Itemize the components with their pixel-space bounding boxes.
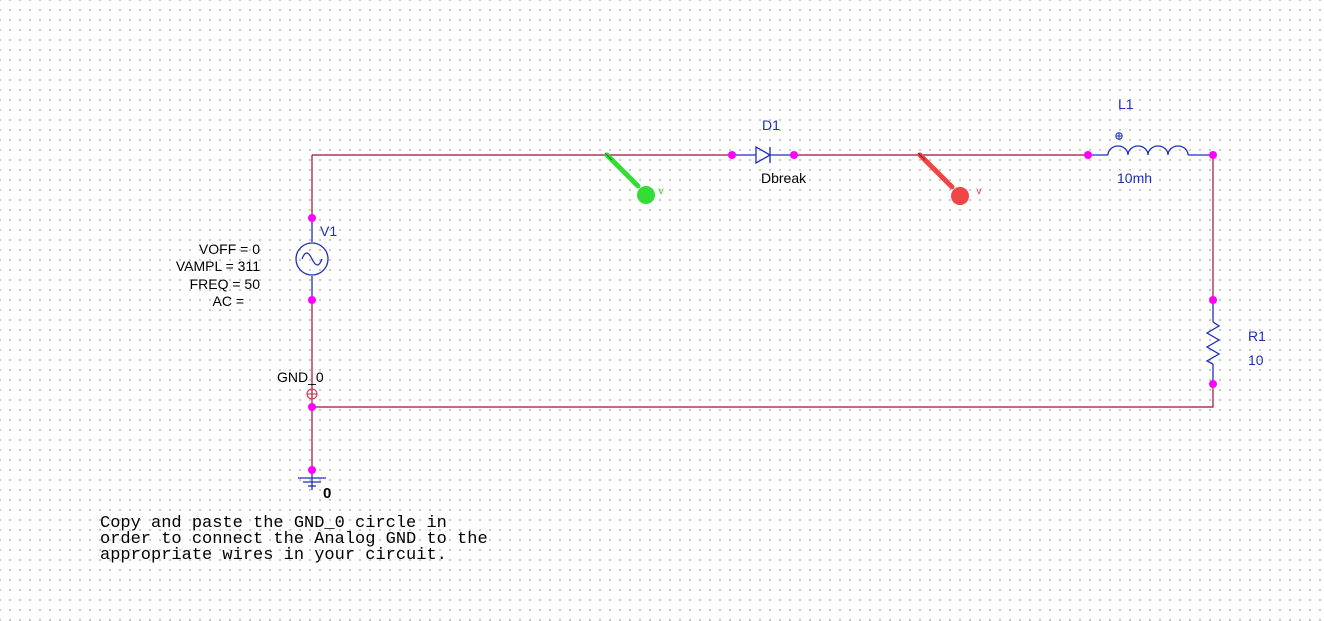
resistor-ref-label: R1 <box>1248 328 1266 344</box>
offpage-connector-label: GND_0 <box>277 369 324 385</box>
schematic-canvas[interactable]: V1 VOFF = 0 VAMPL = 311 FREQ = 50 AC = D… <box>0 0 1324 621</box>
voltage-probe-green-icon[interactable] <box>604 152 655 204</box>
inductor-dot-icon <box>1115 132 1123 140</box>
source-param-voff: VOFF = 0 <box>198 241 260 257</box>
voltage-probe-red-icon[interactable] <box>917 152 969 205</box>
inductor-value-label: 10mh <box>1117 170 1153 186</box>
ground-label: 0 <box>323 485 332 502</box>
resistor-value-label: 10 <box>1248 352 1264 368</box>
diode-symbol[interactable] <box>732 145 794 165</box>
diode-model-label: Dbreak <box>761 170 807 186</box>
source-ref-label: V1 <box>320 223 338 239</box>
note-line: appropriate wires in your circuit. <box>100 546 447 565</box>
wire-bottom[interactable] <box>312 384 1214 408</box>
source-param-freq: FREQ = 50 <box>189 276 260 292</box>
resistor-symbol[interactable] <box>1205 300 1221 384</box>
source-param-vampl: VAMPL = 311 <box>175 258 260 274</box>
inductor-ref-label: L1 <box>1118 96 1134 112</box>
diode-ref-label: D1 <box>762 117 780 133</box>
instruction-note: Copy and paste the GND_0 circle in order… <box>100 515 488 565</box>
source-param-ac: AC = <box>212 293 244 309</box>
inductor-symbol[interactable] <box>1088 145 1213 156</box>
pin-markers <box>308 151 1217 474</box>
probe-green-letter: v <box>658 186 664 197</box>
probe-red-letter: v <box>976 186 982 197</box>
